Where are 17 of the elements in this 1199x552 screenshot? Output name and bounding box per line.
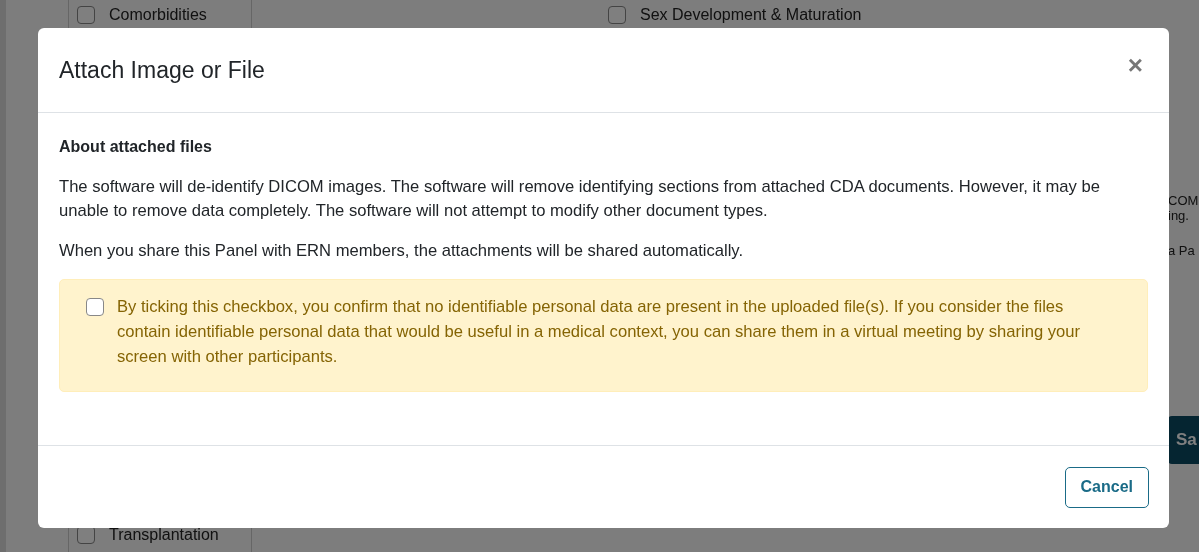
cancel-button[interactable]: Cancel xyxy=(1064,466,1149,508)
checkbox[interactable] xyxy=(608,6,626,24)
checkbox-label: Sex Development & Maturation xyxy=(640,6,862,24)
page-text: COM xyxy=(1168,193,1199,208)
save-button[interactable]: Sa xyxy=(1168,416,1199,464)
page-text: ing. xyxy=(1168,208,1190,223)
checkbox-label: Transplantation xyxy=(109,526,219,544)
page-text: a Pa xyxy=(1168,243,1196,258)
consent-text: By ticking this checkbox, you confirm that no identifiable personal data are present in the uploaded file(s). If you consider the files contain identifiable personal data that would be useful in a medical context, you can share them in a virtual meeting by sharing your screen with other participants. xyxy=(117,296,1081,368)
consent-checkbox[interactable] xyxy=(86,298,104,316)
dialog-title: Attach Image or File xyxy=(59,56,265,84)
paragraph: The software will de-identify DICOM images. The software will remove identifying sections from attached CDA documents. However, it may be unable to remove data completely. The software will not attempt to modify other document types. xyxy=(59,176,1101,222)
checkbox-label: Comorbidities xyxy=(109,6,207,24)
section-heading: About attached files xyxy=(59,137,213,157)
paragraph: When you share this Panel with ERN members, the attachments will be shared automatically. xyxy=(59,240,745,262)
checkbox[interactable] xyxy=(77,6,95,24)
close-button[interactable]: × xyxy=(1123,49,1147,81)
